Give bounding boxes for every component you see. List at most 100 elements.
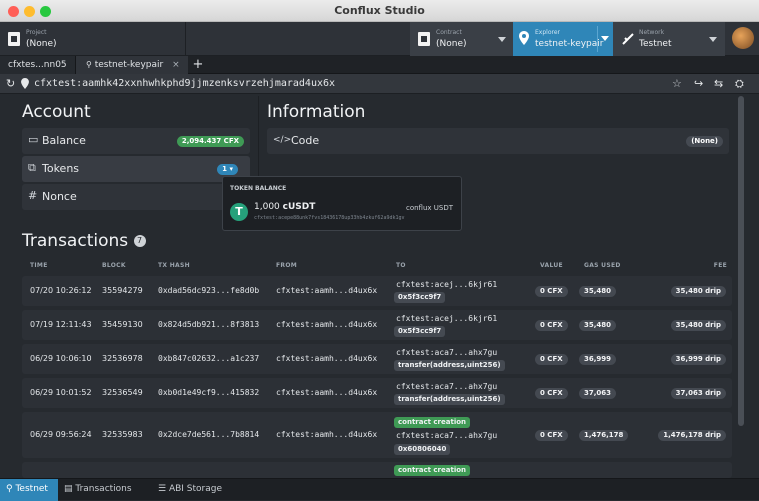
network-label: Network	[639, 29, 665, 36]
new-tab-button[interactable]: +	[190, 56, 206, 74]
transactions-count-badge: 7	[133, 235, 146, 247]
tx-hash[interactable]: 0x2dce7de561...7b8814	[158, 430, 259, 439]
tx-from[interactable]: cfxtest:aamh...d4ux6x	[276, 388, 377, 397]
contract-value: (None)	[436, 39, 467, 49]
tx-block[interactable]: 32536549	[102, 388, 143, 397]
token-balance-popup: TOKEN BALANCE T 1,000 cUSDT conflux USDT…	[222, 176, 462, 231]
faucet-icon[interactable]: ⛭	[735, 77, 744, 91]
hash-icon: #	[28, 189, 38, 202]
column-header: GAS USED	[584, 262, 621, 269]
chevron-down-icon[interactable]	[709, 37, 717, 42]
network-value: Testnet	[639, 39, 672, 49]
tx-value: 0 CFX	[535, 354, 568, 365]
file-icon	[418, 32, 430, 46]
tx-to[interactable]: cfxtest:acej...6kjr61	[396, 314, 497, 323]
tab-label: cfxtes...nn05	[8, 60, 67, 70]
token-name: conflux USDT	[405, 204, 453, 212]
table-row[interactable]: 06/29 09:56:24 32535983 0x2dce7de561...7b8…	[22, 412, 732, 458]
tx-block[interactable]: 35459130	[102, 320, 143, 329]
tx-value: 0 CFX	[535, 320, 568, 331]
status-bar: ⚲ Testnet ▤ Transactions ☰ ABI Storage	[0, 478, 759, 501]
account-tokens-row[interactable]: ⧉ Tokens 1 ▾	[22, 156, 250, 182]
token-address[interactable]: cfxtest:acepe88unk7fvs18436178up33hb4zku…	[254, 215, 405, 221]
file-icon	[8, 32, 20, 46]
tx-from[interactable]: cfxtest:aamh...d4ux6x	[276, 430, 377, 439]
project-selector[interactable]: Project (None)	[0, 22, 186, 56]
address-input[interactable]: cfxtest:aamhk42xxnhwhkphd9jjmzenksvrzehj…	[34, 78, 335, 89]
tx-from[interactable]: cfxtest:aamh...d4ux6x	[276, 286, 377, 295]
tx-fee: 36,999 drip	[670, 354, 726, 365]
balance-label: Balance	[42, 134, 86, 147]
account-balance-row: ▭ Balance 2,094.437 CFX	[22, 128, 250, 154]
location-pin-icon	[21, 78, 29, 89]
vertical-scrollbar[interactable]	[738, 96, 744, 426]
balance-value: 2,094.437 CFX	[176, 136, 244, 147]
tx-gas-used: 35,480	[579, 320, 617, 331]
tx-time: 07/20 10:26:12	[30, 286, 92, 295]
transfer-icon[interactable]: ⇆	[714, 77, 723, 90]
close-icon[interactable]: ×	[172, 60, 180, 70]
tx-hash[interactable]: 0xb0d1e49cf9...415832	[158, 388, 259, 397]
contract-selector[interactable]: Contract (None)	[410, 22, 513, 56]
column-header: FROM	[276, 262, 297, 269]
tx-value: 0 CFX	[535, 388, 568, 399]
tokens-count-badge[interactable]: 1 ▾	[217, 164, 238, 175]
tx-to[interactable]: cfxtest:aca7...ahx7gu	[396, 431, 497, 440]
explorer-selector[interactable]: Explorer testnet-keypair	[513, 22, 613, 56]
export-icon[interactable]: ↪	[694, 77, 703, 90]
tx-gas-used: 35,480	[579, 286, 617, 297]
location-pin-icon: ⚲	[86, 60, 92, 69]
tab-label: testnet-keypair	[94, 60, 164, 70]
tx-hash[interactable]: 0x824d5db921...8f3813	[158, 320, 259, 329]
tx-from[interactable]: cfxtest:aamh...d4ux6x	[276, 320, 377, 329]
information-code-row: </> Code (None)	[267, 128, 729, 154]
chevron-down-icon[interactable]	[498, 37, 506, 42]
network-selector[interactable]: Network Testnet	[613, 22, 725, 56]
tx-hash[interactable]: 0xdad56dc923...fe8d0b	[158, 286, 259, 295]
address-bar: ↻ cfxtest:aamhk42xxnhwhkphd9jjmzenksvrze…	[0, 74, 759, 94]
tx-gas-used: 36,999	[579, 354, 617, 365]
status-transactions[interactable]: ▤ Transactions	[64, 484, 132, 494]
list-icon: ▤	[64, 484, 73, 494]
table-row[interactable]: contract creation	[22, 462, 732, 478]
star-icon[interactable]: ☆	[672, 77, 682, 90]
table-row[interactable]: 06/29 10:01:52 32536549 0xb0d1e49cf9...415…	[22, 378, 732, 408]
table-row[interactable]: 06/29 10:06:10 32536978 0xb847c02632...a1c…	[22, 344, 732, 374]
tx-to[interactable]: cfxtest:aca7...ahx7gu	[396, 382, 497, 391]
tx-block[interactable]: 32535983	[102, 430, 143, 439]
project-label: Project	[26, 29, 47, 36]
explorer-dropdown-button[interactable]	[597, 26, 611, 52]
column-header: TO	[396, 262, 406, 269]
tx-from[interactable]: cfxtest:aamh...d4ux6x	[276, 354, 377, 363]
tx-fee: 37,063 drip	[670, 388, 726, 399]
status-network[interactable]: ⚲ Testnet	[0, 479, 58, 501]
contract-creation-tag: contract creation	[394, 417, 471, 428]
explorer-value: testnet-keypair	[535, 39, 604, 49]
tab-contract-address[interactable]: cfxtes...nn05	[0, 56, 76, 74]
list-icon: ☰	[158, 484, 167, 494]
contract-creation-tag: contract creation	[394, 465, 471, 476]
column-header: VALUE	[540, 262, 563, 269]
table-row[interactable]: 07/19 12:11:43 35459130 0x824d5db921...8f3…	[22, 310, 732, 340]
status-abi-storage[interactable]: ☰ ABI Storage	[158, 484, 222, 494]
window-title-bar: Conflux Studio	[0, 0, 759, 22]
column-header: BLOCK	[102, 262, 126, 269]
tx-to[interactable]: cfxtest:acej...6kjr61	[396, 280, 497, 289]
tx-block[interactable]: 35594279	[102, 286, 143, 295]
tx-method-tag: 0x5f3cc9f7	[394, 292, 446, 303]
refresh-icon[interactable]: ↻	[6, 77, 15, 90]
user-avatar[interactable]	[732, 27, 754, 49]
network-icon: ⚲	[6, 484, 13, 494]
tx-fee: 1,476,178 drip	[658, 430, 726, 441]
tab-testnet-keypair[interactable]: ⚲ testnet-keypair ×	[76, 56, 188, 74]
table-row[interactable]: 07/20 10:26:12 35594279 0xdad56dc923...fe8…	[22, 276, 732, 306]
tab-bar: cfxtes...nn05 ⚲ testnet-keypair × +	[0, 56, 759, 74]
window-title: Conflux Studio	[334, 4, 425, 17]
code-value: (None)	[686, 136, 723, 147]
tx-block[interactable]: 32536978	[102, 354, 143, 363]
tx-time: 07/19 12:11:43	[30, 320, 92, 329]
tx-time: 06/29 10:01:52	[30, 388, 92, 397]
wallet-icon: ▭	[28, 133, 39, 146]
tx-to[interactable]: cfxtest:aca7...ahx7gu	[396, 348, 497, 357]
tx-hash[interactable]: 0xb847c02632...a1c237	[158, 354, 259, 363]
